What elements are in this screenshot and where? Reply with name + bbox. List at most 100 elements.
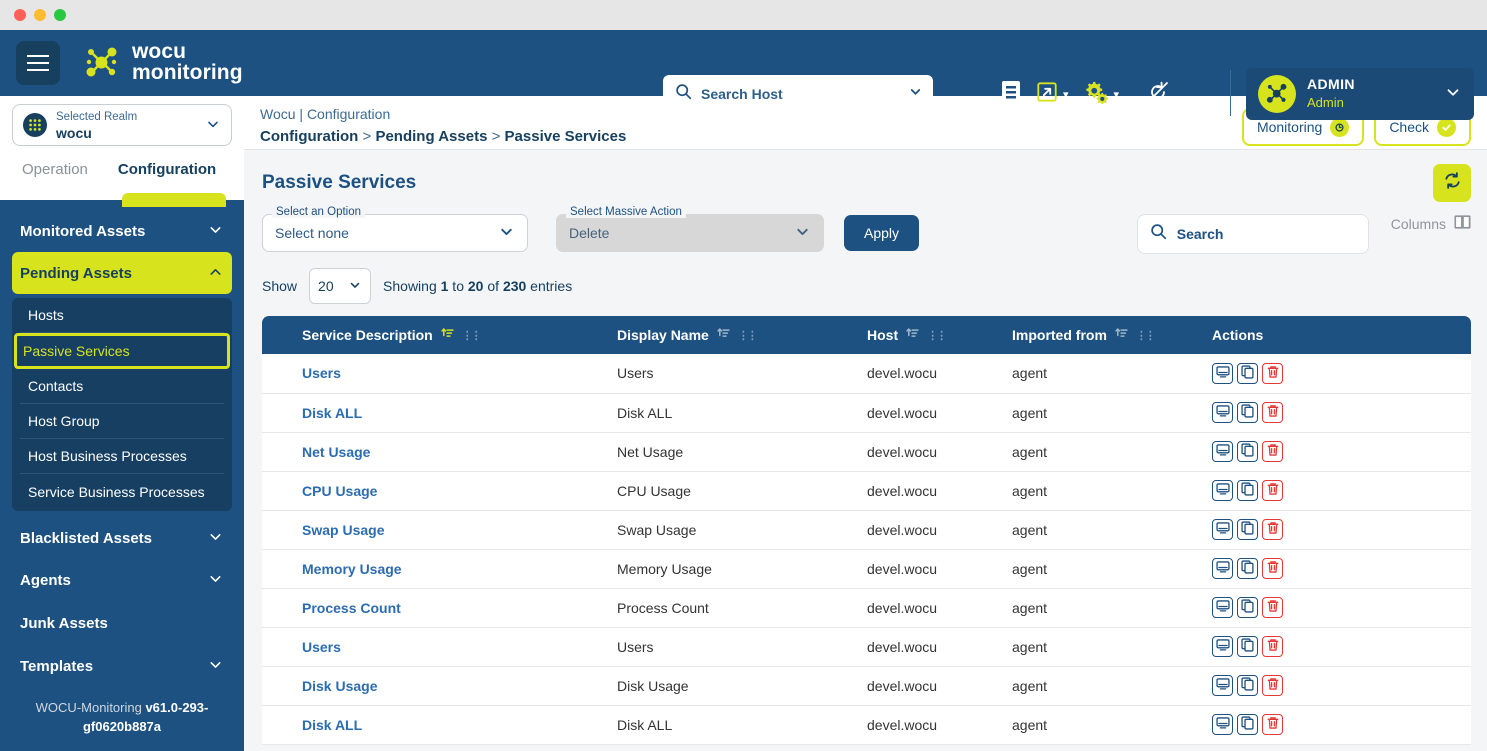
sidebar-item-templates[interactable]: Templates [12,645,232,687]
view-monitor-button[interactable] [1212,362,1233,384]
delete-button[interactable] [1262,714,1283,735]
cell-actions [1202,588,1471,628]
settings-icon-button[interactable]: ▾ [1083,80,1120,109]
sidebar-item-blacklisted-assets[interactable]: Blacklisted Assets [12,517,232,559]
delete-button[interactable] [1262,636,1283,657]
cell-service-description[interactable]: Disk ALL [262,705,607,745]
copy-icon [1240,677,1255,694]
sort-asc-icon[interactable] [717,327,730,343]
chevron-down-icon[interactable] [908,84,923,104]
cell-service-description[interactable]: Swap Usage [262,510,607,550]
sidebar-item-service-business-processes[interactable]: Service Business Processes [20,474,224,509]
hamburger-menu-icon[interactable] [16,41,60,85]
cell-service-description[interactable]: Disk Usage [262,666,607,706]
column-header-service-description[interactable]: Service Description ⋮⋮ [262,316,607,354]
sidebar-item-passive-services[interactable]: Passive Services [14,333,230,369]
external-link-icon-button[interactable]: ▾ [1036,81,1069,108]
window-close-button[interactable] [14,9,26,21]
view-monitor-button[interactable] [1212,636,1233,657]
sidebar-item-label: Junk Assets [20,614,108,632]
duplicate-button[interactable] [1237,402,1258,423]
delete-button[interactable] [1262,675,1283,696]
delete-button[interactable] [1262,402,1283,423]
view-monitor-button[interactable] [1212,675,1233,696]
view-monitor-button[interactable] [1212,597,1233,618]
chevron-down-icon[interactable]: ▾ [1114,88,1120,101]
delete-button[interactable] [1262,441,1283,462]
delete-button[interactable] [1262,597,1283,618]
user-menu-button[interactable]: ADMIN Admin [1246,68,1474,120]
cell-service-description[interactable]: CPU Usage [262,471,607,511]
view-monitor-button[interactable] [1212,402,1233,423]
duplicate-button[interactable] [1237,597,1258,618]
cell-service-description[interactable]: Memory Usage [262,549,607,589]
duplicate-button[interactable] [1237,480,1258,501]
delete-button[interactable] [1262,362,1283,384]
sidebar-item-contacts[interactable]: Contacts [20,369,224,404]
host-search-input[interactable]: Search Host [663,75,933,112]
chevron-down-icon[interactable]: ▾ [1063,88,1069,101]
reports-icon-button[interactable] [1000,80,1022,109]
duplicate-button[interactable] [1237,558,1258,579]
delete-button[interactable] [1262,480,1283,501]
delete-button[interactable] [1262,558,1283,579]
columns-button[interactable]: Columns [1391,214,1471,233]
auto-refresh-off-icon-button[interactable] [1145,79,1171,110]
page-size-select[interactable]: 20 [309,268,372,304]
sidebar-item-junk-assets[interactable]: Junk Assets [12,601,232,645]
breadcrumb-item-configuration[interactable]: Configuration [260,128,358,145]
cell-actions [1202,471,1471,511]
realm-selector[interactable]: Selected Realm wocu [12,104,232,146]
view-monitor-button[interactable] [1212,558,1233,579]
cell-service-description[interactable]: Disk ALL [262,393,607,433]
sidebar-item-host-group[interactable]: Host Group [20,404,224,439]
view-monitor-button[interactable] [1212,519,1233,540]
grip-icon[interactable]: ⋮⋮ [738,329,758,342]
refresh-button[interactable] [1433,164,1471,202]
cell-service-description[interactable]: Users [262,627,607,667]
tab-configuration[interactable]: Configuration [118,156,216,178]
duplicate-button[interactable] [1237,519,1258,540]
sidebar-item-hosts[interactable]: Hosts [20,298,224,333]
brand-logo[interactable]: wocu monitoring [82,42,243,83]
table-search-input[interactable]: Search [1136,214,1369,254]
grip-icon[interactable]: ⋮⋮ [462,329,482,342]
sidebar-item-host-business-processes[interactable]: Host Business Processes [20,439,224,474]
massive-action-select[interactable]: Delete [556,214,824,252]
sort-asc-icon[interactable] [441,327,454,343]
chevron-down-icon[interactable] [1444,83,1462,106]
sidebar-item-agents[interactable]: Agents [12,559,232,601]
delete-button[interactable] [1262,519,1283,540]
sort-asc-icon[interactable] [906,327,919,343]
duplicate-button[interactable] [1237,441,1258,462]
cell-service-description[interactable]: Process Count [262,588,607,628]
view-monitor-button[interactable] [1212,441,1233,462]
cell-service-description[interactable]: Net Usage [262,432,607,472]
table-row: Memory Usage Memory Usage devel.wocu agent [262,549,1471,589]
trash-icon [1266,638,1280,655]
sidebar-item-monitored-assets[interactable]: Monitored Assets [12,210,232,252]
option-select[interactable]: Select none [262,214,528,252]
sidebar-item-pending-assets[interactable]: Pending Assets [12,252,232,294]
breadcrumb-item-pending-assets[interactable]: Pending Assets [375,128,487,145]
duplicate-button[interactable] [1237,675,1258,696]
view-monitor-button[interactable] [1212,714,1233,735]
duplicate-button[interactable] [1237,636,1258,657]
cell-imported-from: agent [1002,432,1202,472]
grip-icon[interactable]: ⋮⋮ [927,329,947,342]
duplicate-button[interactable] [1237,362,1258,384]
column-header-host[interactable]: Host ⋮⋮ [857,316,1002,354]
sort-asc-icon[interactable] [1115,327,1128,343]
chevron-down-icon[interactable] [205,116,221,135]
window-minimize-button[interactable] [34,9,46,21]
cell-service-description[interactable]: Users [262,354,607,394]
duplicate-button[interactable] [1237,714,1258,735]
grip-icon[interactable]: ⋮⋮ [1136,329,1156,342]
tab-operation[interactable]: Operation [22,156,88,178]
column-header-imported-from[interactable]: Imported from ⋮⋮ [1002,316,1202,354]
column-header-display-name[interactable]: Display Name ⋮⋮ [607,316,857,354]
breadcrumb-item-passive-services[interactable]: Passive Services [505,128,627,145]
window-maximize-button[interactable] [54,9,66,21]
apply-button[interactable]: Apply [844,215,920,251]
view-monitor-button[interactable] [1212,480,1233,501]
